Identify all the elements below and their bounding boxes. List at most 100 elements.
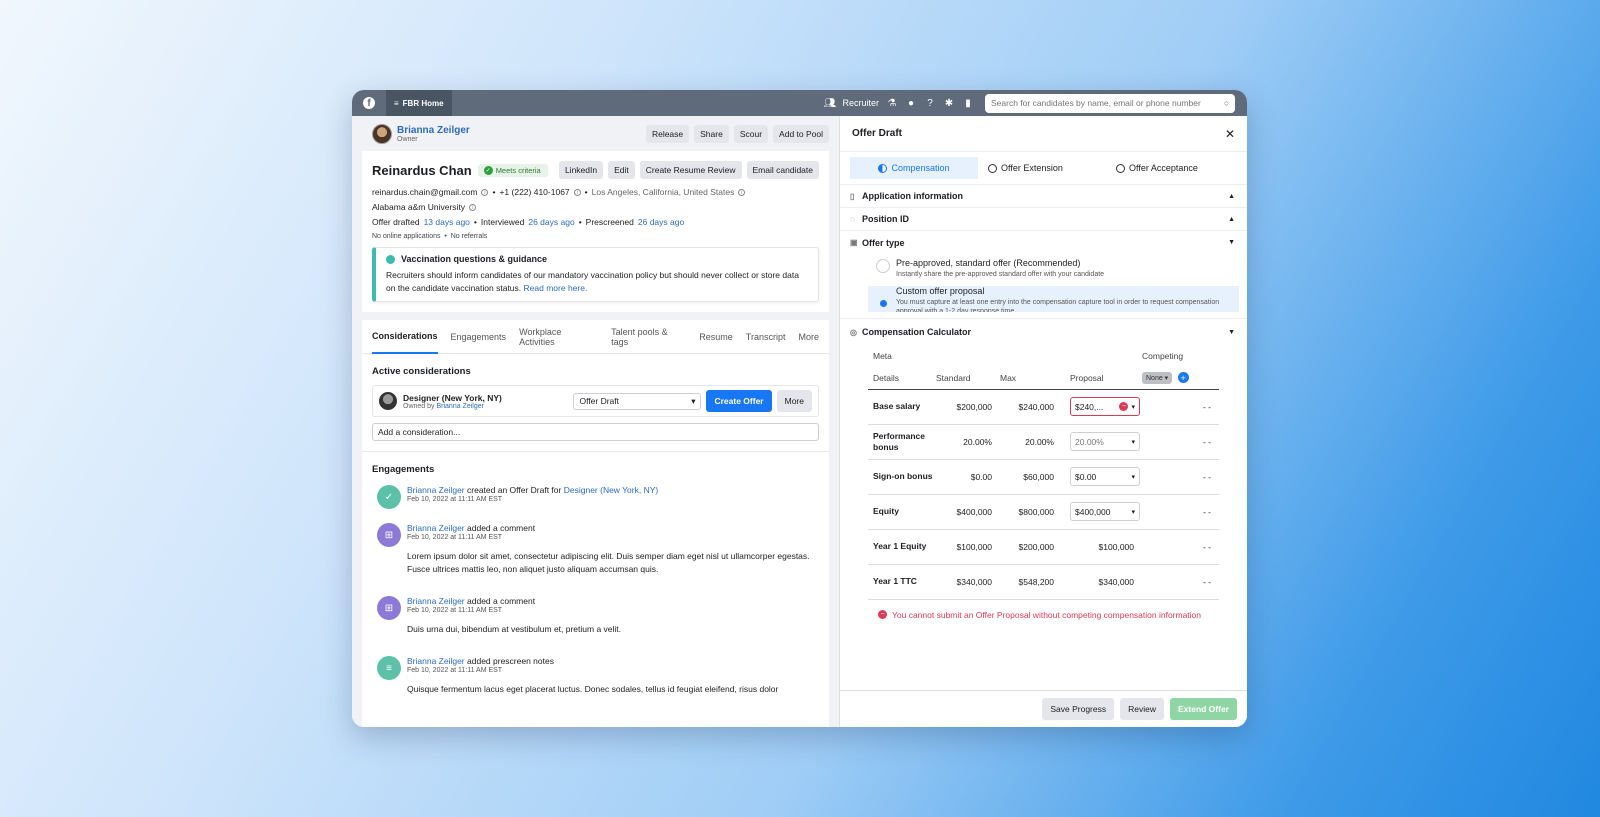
prescreened-label: Prescreened	[585, 217, 634, 227]
engagement-target-link[interactable]: Designer (New York, NY)	[564, 485, 658, 495]
status-select[interactable]: Offer Draft ▾	[573, 392, 702, 410]
offer-drafted-link[interactable]: 13 days ago	[424, 217, 470, 227]
add-consideration-input[interactable]: Add a consideration...	[372, 423, 819, 441]
row-label: Year 1 Equity	[868, 529, 936, 565]
error-message: − You cannot submit an Offer Proposal wi…	[868, 610, 1219, 620]
chevron-down-icon: ▾	[1131, 438, 1135, 446]
prescreened-link[interactable]: 26 days ago	[638, 217, 684, 227]
accordion-offer-type[interactable]: ▣ Offer type ▼	[840, 231, 1247, 254]
create-resume-review-button[interactable]: Create Resume Review	[639, 161, 742, 179]
competing-value: - -	[1142, 459, 1219, 495]
top-bar: f ≡ FBR Home 👥︎ Recruiter ⚗ ● ? ✱ ▮ ○	[352, 90, 1247, 116]
max-value: $548,200	[1000, 564, 1062, 600]
tab-resume[interactable]: Resume	[699, 320, 733, 354]
row-label: Year 1 TTC	[868, 564, 936, 600]
criteria-badge: ✓ Meets criteria	[477, 163, 548, 177]
review-button[interactable]: Review	[1120, 698, 1164, 720]
offer-type-custom[interactable]: Custom offer proposal You must capture a…	[868, 286, 1239, 312]
email-candidate-button[interactable]: Email candidate	[746, 161, 819, 179]
comment-icon: ⊞	[377, 523, 401, 547]
col-standard: Standard	[936, 367, 1000, 390]
offer-steps: Compensation Offer Extension Offer Accep…	[840, 152, 1247, 185]
chevron-up-icon: ▲	[1228, 192, 1235, 200]
create-offer-button[interactable]: Create Offer	[706, 390, 772, 412]
bug-icon[interactable]: ✱	[943, 98, 955, 109]
tab-workplace-activities[interactable]: Workplace Activities	[519, 320, 598, 354]
scour-button[interactable]: Scour	[733, 124, 769, 143]
proposal-input[interactable]: $0.00 ▾	[1070, 467, 1140, 486]
info-icon[interactable]: i	[469, 203, 477, 211]
candidate-school: Alabama a&m University	[372, 202, 466, 212]
step-compensation[interactable]: Compensation	[850, 157, 978, 179]
save-progress-button[interactable]: Save Progress	[1042, 698, 1115, 720]
chart-icon[interactable]: ▮	[962, 98, 974, 109]
progress-icon	[878, 163, 888, 173]
offer-drafted-label: Offer drafted	[372, 217, 420, 227]
share-button[interactable]: Share	[694, 124, 729, 143]
accordion-compensation-calculator[interactable]: ◎ Compensation Calculator ▼	[840, 319, 1247, 345]
max-value: 20.00%	[1000, 424, 1062, 460]
accordion-position-id[interactable]: ◌ Position ID ▲	[840, 208, 1247, 231]
info-icon[interactable]: i	[573, 188, 581, 196]
extend-offer-button[interactable]: Extend Offer	[1169, 698, 1237, 720]
edit-button[interactable]: Edit	[608, 161, 635, 179]
fbr-home-tab[interactable]: ≡ FBR Home	[386, 90, 452, 116]
step-offer-extension[interactable]: Offer Extension	[978, 157, 1106, 179]
consideration-title[interactable]: Designer (New York, NY)	[403, 393, 502, 403]
radio-button-selected[interactable]	[876, 296, 890, 310]
engagement-timestamp: Feb 10, 2022 at 11:11 AM EST	[407, 496, 503, 503]
candidate-email[interactable]: reinardus.chain@gmail.com	[372, 187, 477, 197]
engagement-author-link[interactable]: Brianna Zeilger	[407, 596, 465, 606]
more-button[interactable]: More	[776, 390, 812, 412]
competing-value: - -	[1142, 529, 1219, 565]
tab-transcript[interactable]: Transcript	[746, 320, 786, 354]
tab-considerations[interactable]: Considerations	[372, 320, 438, 354]
competing-select[interactable]: None ▾	[1142, 371, 1173, 384]
compensation-row: Year 1 Equity $100,000 $200,000 $100,000- -	[868, 529, 1219, 565]
offer-type-standard[interactable]: Pre-approved, standard offer (Recommende…	[868, 254, 1239, 283]
read-more-link[interactable]: Read more here.	[524, 283, 588, 293]
add-to-pool-button[interactable]: Add to Pool	[773, 124, 829, 143]
tab-engagements[interactable]: Engagements	[451, 320, 507, 354]
info-icon[interactable]: i	[481, 188, 489, 196]
facebook-logo-icon[interactable]: f	[352, 90, 386, 116]
flask-icon[interactable]: ⚗	[886, 98, 898, 109]
help-icon[interactable]: ?	[924, 98, 936, 109]
proposal-input[interactable]: $240,... − ▾	[1070, 397, 1140, 416]
section-title: Engagements	[372, 464, 435, 475]
release-button[interactable]: Release	[645, 124, 690, 143]
application-notes: No online applications • No referrals	[372, 233, 488, 240]
tab-talent-pools[interactable]: Talent pools & tags	[611, 320, 686, 354]
engagement-author-link[interactable]: Brianna Zeilger	[407, 656, 465, 666]
owner-avatar	[372, 123, 392, 144]
engagement-item: ⊞ Brianna Zeilger added a comment Feb 10,…	[372, 596, 819, 636]
close-icon[interactable]: ✕	[1225, 127, 1235, 141]
proposal-input[interactable]: 20.00% ▾	[1070, 432, 1140, 451]
linkedin-button[interactable]: LinkedIn	[558, 161, 604, 179]
radio-button[interactable]	[876, 259, 890, 273]
standard-value: 20.00%	[936, 424, 1000, 460]
role-label[interactable]: Recruiter	[842, 98, 879, 108]
search-input[interactable]	[991, 98, 1211, 108]
col-proposal: Proposal	[1062, 367, 1142, 390]
search-icon[interactable]: ○	[1224, 98, 1229, 108]
interviewed-link[interactable]: 26 days ago	[528, 217, 574, 227]
engagement-author-link[interactable]: Brianna Zeilger	[407, 523, 465, 533]
candidate-phone[interactable]: +1 (222) 410-1067	[499, 187, 569, 197]
step-offer-acceptance[interactable]: Offer Acceptance	[1106, 157, 1234, 179]
offer-draft-panel: Offer Draft ✕ Compensation Offer Extensi…	[840, 116, 1247, 727]
engagement-author-link[interactable]: Brianna Zeilger	[407, 485, 465, 495]
owner-role: Owner	[397, 135, 418, 143]
owner-link[interactable]: Brianna Zeilger	[436, 403, 483, 410]
bell-icon[interactable]: ●	[905, 98, 917, 109]
accordion-application-info[interactable]: ▯ Application information ▲	[840, 185, 1247, 208]
tab-more[interactable]: More	[798, 320, 819, 354]
owner-name-link[interactable]: Brianna Zeilger	[397, 125, 470, 136]
proposal-input[interactable]: $400,000 ▾	[1070, 502, 1140, 521]
search-box[interactable]: ○	[985, 93, 1235, 113]
offer-footer: Save Progress Review Extend Offer	[840, 690, 1247, 727]
info-icon[interactable]: i	[738, 188, 746, 196]
add-competing-icon[interactable]: +	[1177, 372, 1189, 383]
engagement-timestamp: Feb 10, 2022 at 11:11 AM EST	[407, 667, 503, 674]
notice-title: Vaccination questions & guidance	[401, 254, 548, 264]
